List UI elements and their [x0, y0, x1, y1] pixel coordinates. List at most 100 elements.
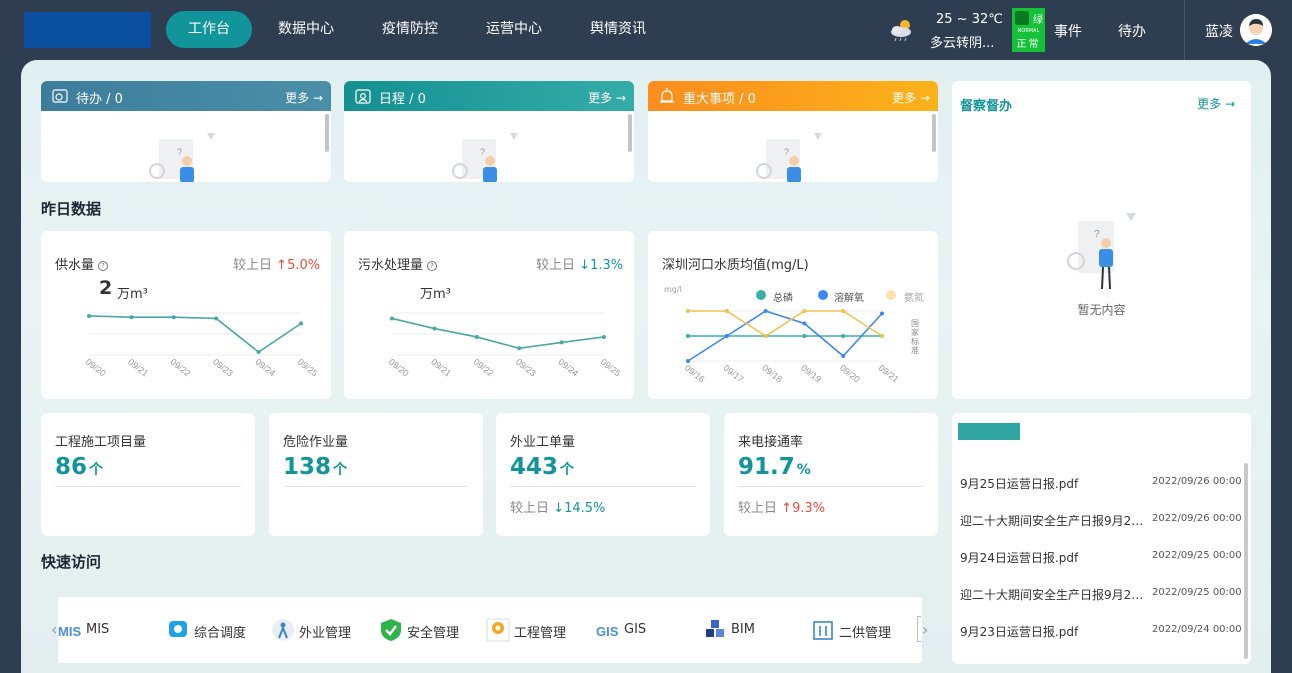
file-date: 2022/09/24 00:00: [1152, 624, 1242, 635]
quick-item-label: GIS: [624, 622, 647, 637]
quick-item-label: 综合调度: [194, 626, 247, 641]
user-avatar[interactable]: [1240, 14, 1272, 46]
kpi-value: 86 个: [55, 454, 103, 480]
todo-scrollbar[interactable]: [325, 114, 329, 152]
engineering-icon: [486, 618, 510, 642]
kpi-title: 外业工单量: [510, 435, 576, 450]
x-tick-label: 09/21: [429, 357, 453, 379]
empty-state-illustration: ?: [756, 133, 822, 182]
schedule-scrollbar[interactable]: [628, 114, 632, 152]
sewage-compare: 较上日 ↓1.3%: [536, 254, 623, 273]
legend-label[interactable]: 氨氮: [904, 289, 924, 304]
report-file-row[interactable]: 迎二十大期间安全生产日报9月26日.pdf 2022/09/26 00:00: [960, 512, 1243, 532]
data-point: [559, 340, 564, 345]
series-line: [688, 310, 883, 337]
quick-item-label: 工程管理: [514, 626, 567, 641]
quick-item-gis[interactable]: GIS GIS: [596, 597, 696, 663]
x-tick-label: 09/24: [556, 357, 580, 379]
water-quality-legend: 总磷 溶解氧 氨氮: [756, 289, 936, 304]
arrow-down-icon: ↓: [553, 501, 565, 516]
legend-swatch: [756, 290, 766, 300]
nav-public-opinion[interactable]: 舆情资讯: [568, 11, 668, 48]
reports-tab-header[interactable]: [958, 423, 1020, 440]
data-point: [841, 309, 846, 313]
nav-workbench[interactable]: 工作台: [166, 11, 252, 48]
quick-next-arrow[interactable]: ›: [922, 620, 936, 640]
quick-item-engineering[interactable]: 工程管理: [486, 597, 586, 663]
major-matters-card: 重大事项 / 0 更多 → ?: [648, 81, 938, 182]
quick-item-label: 外业管理: [299, 626, 352, 641]
health-code-badge[interactable]: 绿 NORMAL 正常: [1012, 8, 1045, 52]
legend-swatch: [818, 290, 828, 300]
kpi-divider: [510, 486, 696, 487]
major-matters-more-link[interactable]: 更多 →: [892, 89, 930, 106]
data-point: [880, 311, 884, 316]
empty-state-illustration: ?: [1067, 213, 1136, 290]
kpi-unit: 个: [560, 462, 575, 478]
report-file-row[interactable]: 迎二十大期间安全生产日报9月25日.pdf 2022/09/25 00:00: [960, 586, 1243, 606]
kpi-value: 138 个: [283, 454, 347, 480]
legend-label[interactable]: 溶解氧: [834, 289, 864, 304]
health-code-normal: NORMAL: [1017, 28, 1040, 34]
schedule-more-link[interactable]: 更多 →: [588, 89, 626, 106]
x-tick-label: 09/20: [387, 357, 411, 379]
schedule-card: 日程 / 0 更多 → ?: [344, 81, 634, 182]
brand-logo[interactable]: [24, 12, 151, 48]
data-point: [880, 334, 884, 338]
field-orders-kpi: 外业工单量 443 个 较上日 ↓14.5%: [496, 413, 710, 536]
kpi-divider: [55, 486, 241, 487]
arrow-up-icon: ↑: [276, 258, 288, 273]
quick-item-secondary-supply[interactable]: 二供管理: [811, 597, 911, 663]
todo-more-link[interactable]: 更多 →: [285, 89, 323, 106]
quick-item-dispatch[interactable]: 综合调度: [166, 597, 266, 663]
x-tick-label: 09/24: [253, 357, 277, 379]
quick-next-item-edge: [917, 616, 921, 642]
compare-label: 较上日: [510, 501, 550, 516]
help-icon[interactable]: ?: [427, 261, 438, 271]
nav-epidemic-control[interactable]: 疫情防控: [360, 11, 460, 48]
quick-item-safety[interactable]: 安全管理: [379, 597, 479, 663]
series-line: [391, 317, 605, 350]
reports-scrollbar[interactable]: [1244, 463, 1248, 659]
user-name[interactable]: 蓝凌: [1205, 21, 1233, 41]
quick-item-mis[interactable]: MIS MIS: [58, 597, 158, 663]
data-point: [256, 350, 261, 355]
quick-item-bim[interactable]: BIM: [703, 597, 803, 663]
nav-operation-center[interactable]: 运营中心: [464, 11, 564, 48]
major-matters-card-header: 重大事项 / 0 更多 →: [648, 81, 938, 111]
sewage-unit: 万m³: [420, 287, 451, 302]
kpi-unit: %: [796, 462, 811, 478]
todo-link[interactable]: 待办: [1118, 21, 1146, 41]
water-supply-unit: 万m³: [117, 287, 148, 302]
sewage-change: 1.3%: [590, 258, 624, 273]
supervise-more-link[interactable]: 更多 →: [1197, 95, 1235, 112]
report-file-row[interactable]: 9月24日运营日报.pdf 2022/09/25 00:00: [960, 549, 1243, 569]
nav-data-center[interactable]: 数据中心: [256, 11, 356, 48]
x-tick-label: 09/23: [211, 357, 235, 379]
todo-card: 待办 / 0 更多 → ?: [41, 81, 331, 182]
data-point: [763, 334, 768, 338]
arrow-down-icon: ↓: [579, 258, 591, 273]
file-name: 9月25日运营日报.pdf: [960, 477, 1079, 491]
x-tick-label: 09/21: [877, 363, 901, 385]
major-matters-scrollbar[interactable]: [932, 114, 936, 152]
data-point: [390, 316, 394, 321]
data-point: [214, 316, 219, 321]
x-tick-label: 09/22: [472, 357, 496, 379]
data-point: [686, 359, 690, 363]
kpi-title: 来电接通率: [738, 435, 804, 450]
help-icon[interactable]: ?: [98, 261, 109, 271]
empty-state-illustration: ?: [452, 133, 518, 182]
kpi-change: 14.5%: [564, 501, 606, 516]
data-point: [841, 334, 846, 338]
events-link[interactable]: 事件: [1054, 21, 1082, 41]
report-file-row[interactable]: 9月25日运营日报.pdf 2022/09/26 00:00: [960, 475, 1243, 495]
dispatch-icon: [169, 621, 187, 637]
report-file-row[interactable]: 9月23日运营日报.pdf 2022/09/24 00:00: [960, 623, 1243, 643]
major-matters-card-title: 重大事项 / 0: [683, 92, 756, 107]
quick-item-label: MIS: [86, 622, 110, 637]
file-date: 2022/09/25 00:00: [1152, 587, 1242, 598]
water-supply-value: 2: [99, 277, 113, 299]
legend-label[interactable]: 总磷: [773, 289, 793, 304]
quick-item-field-management[interactable]: 外业管理: [271, 597, 371, 663]
